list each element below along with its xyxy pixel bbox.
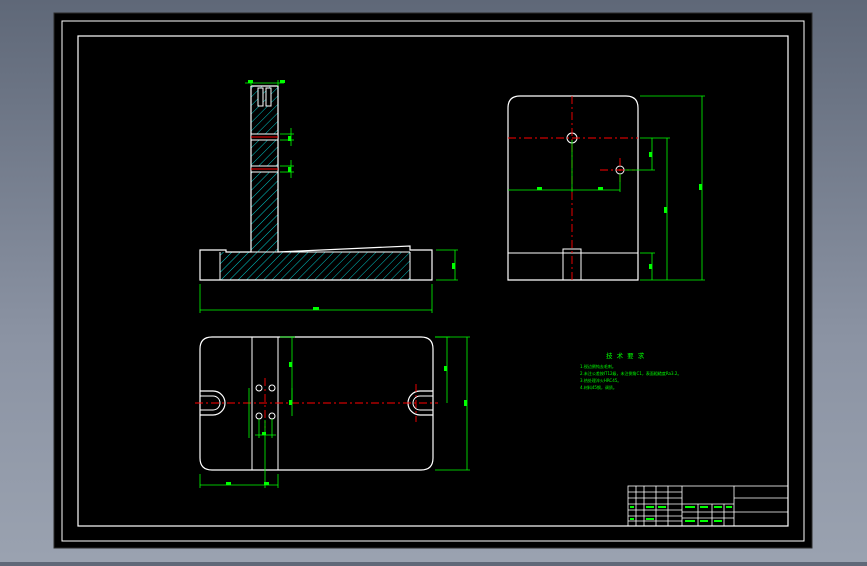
tech-requirement-line: 3.热处理淬火HRC45。 xyxy=(580,377,621,383)
tech-requirements-title: 技 术 要 求 xyxy=(606,351,645,360)
tech-requirement-line: 4.材料45钢，调质。 xyxy=(580,384,617,390)
drawing-sheet xyxy=(53,12,813,549)
tech-requirement-line: 1.锐边倒钝去毛刺。 xyxy=(580,363,616,369)
tech-requirement-line: 2.未注公差按IT12级，未注倒角C1，表面粗糙度Ra3.2。 xyxy=(580,370,681,376)
cad-viewport: 技 术 要 求 1.锐边倒钝去毛刺。 2.未注公差按IT12级，未注倒角C1，表… xyxy=(0,0,867,562)
drawing-canvas: 技 术 要 求 1.锐边倒钝去毛刺。 2.未注公差按IT12级，未注倒角C1，表… xyxy=(53,12,813,549)
